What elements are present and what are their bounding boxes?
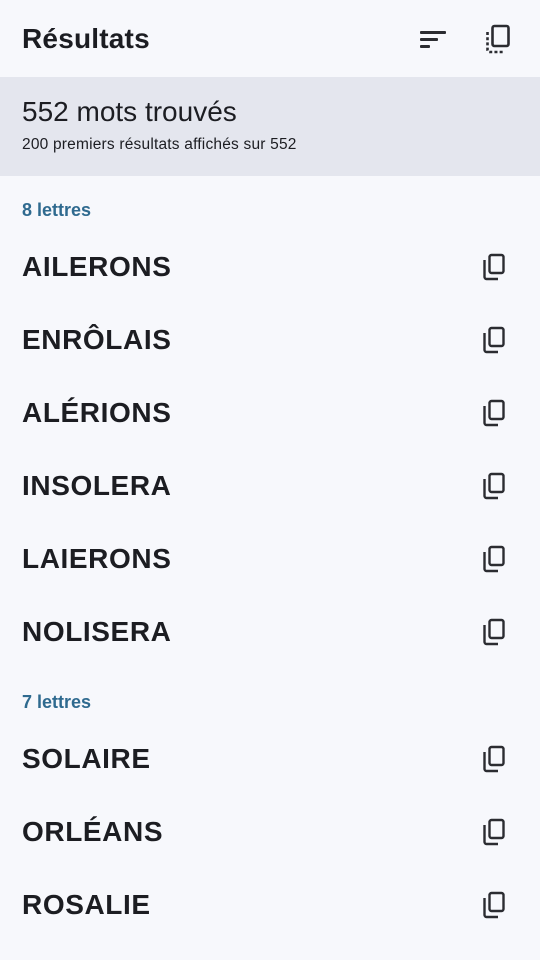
copy-icon — [483, 399, 505, 426]
list-item[interactable]: ROSALIE — [0, 868, 540, 941]
list-item[interactable]: NOLISERA — [0, 595, 540, 668]
copy-icon — [483, 253, 505, 280]
copy-all-icon — [486, 24, 510, 53]
copy-word-button[interactable] — [474, 466, 514, 506]
copy-icon — [483, 891, 505, 918]
list-item[interactable]: ORLÉANS — [0, 795, 540, 868]
section-header: 7 lettres — [22, 692, 92, 712]
app-bar: Résultats — [0, 0, 540, 77]
copy-icon — [483, 472, 505, 499]
results-list: 8 lettres AILERONS ENRÔLAIS ALÉRIONS INSOLER… — [0, 176, 540, 941]
copy-word-button[interactable] — [474, 320, 514, 360]
word-label: AILERONS — [22, 250, 172, 282]
list-item[interactable]: AILERONS — [0, 230, 540, 303]
results-summary: 552 mots trouvés 200 premiers résultats … — [0, 77, 540, 176]
copy-icon — [483, 618, 505, 645]
sort-icon — [420, 30, 446, 48]
page-title: Résultats — [22, 22, 150, 54]
word-label: NOLISERA — [22, 615, 172, 647]
copy-word-button[interactable] — [474, 612, 514, 652]
list-item[interactable]: SOLAIRE — [0, 722, 540, 795]
section-header: 8 lettres — [22, 200, 92, 220]
copy-icon — [483, 745, 505, 772]
list-item[interactable]: ENRÔLAIS — [0, 303, 540, 376]
word-label: ENRÔLAIS — [22, 323, 172, 355]
list-item[interactable]: INSOLERA — [0, 449, 540, 522]
results-count: 552 mots trouvés — [22, 96, 237, 127]
copy-word-button[interactable] — [474, 739, 514, 779]
word-label: INSOLERA — [22, 469, 172, 501]
copy-icon — [483, 545, 505, 572]
word-label: ROSALIE — [22, 888, 151, 920]
copy-word-button[interactable] — [474, 393, 514, 433]
word-label: LAIERONS — [22, 542, 172, 574]
copy-word-button[interactable] — [474, 885, 514, 925]
copy-word-button[interactable] — [474, 812, 514, 852]
word-label: ALÉRIONS — [22, 396, 172, 428]
sort-button[interactable] — [413, 19, 453, 59]
copy-word-button[interactable] — [474, 539, 514, 579]
copy-icon — [483, 326, 505, 353]
copy-word-button[interactable] — [474, 247, 514, 287]
copy-all-button[interactable] — [478, 19, 518, 59]
results-subtitle: 200 premiers résultats affichés sur 552 — [22, 136, 297, 153]
word-label: ORLÉANS — [22, 815, 164, 847]
copy-icon — [483, 818, 505, 845]
list-item[interactable]: ALÉRIONS — [0, 376, 540, 449]
word-label: SOLAIRE — [22, 742, 151, 774]
list-item[interactable]: LAIERONS — [0, 522, 540, 595]
